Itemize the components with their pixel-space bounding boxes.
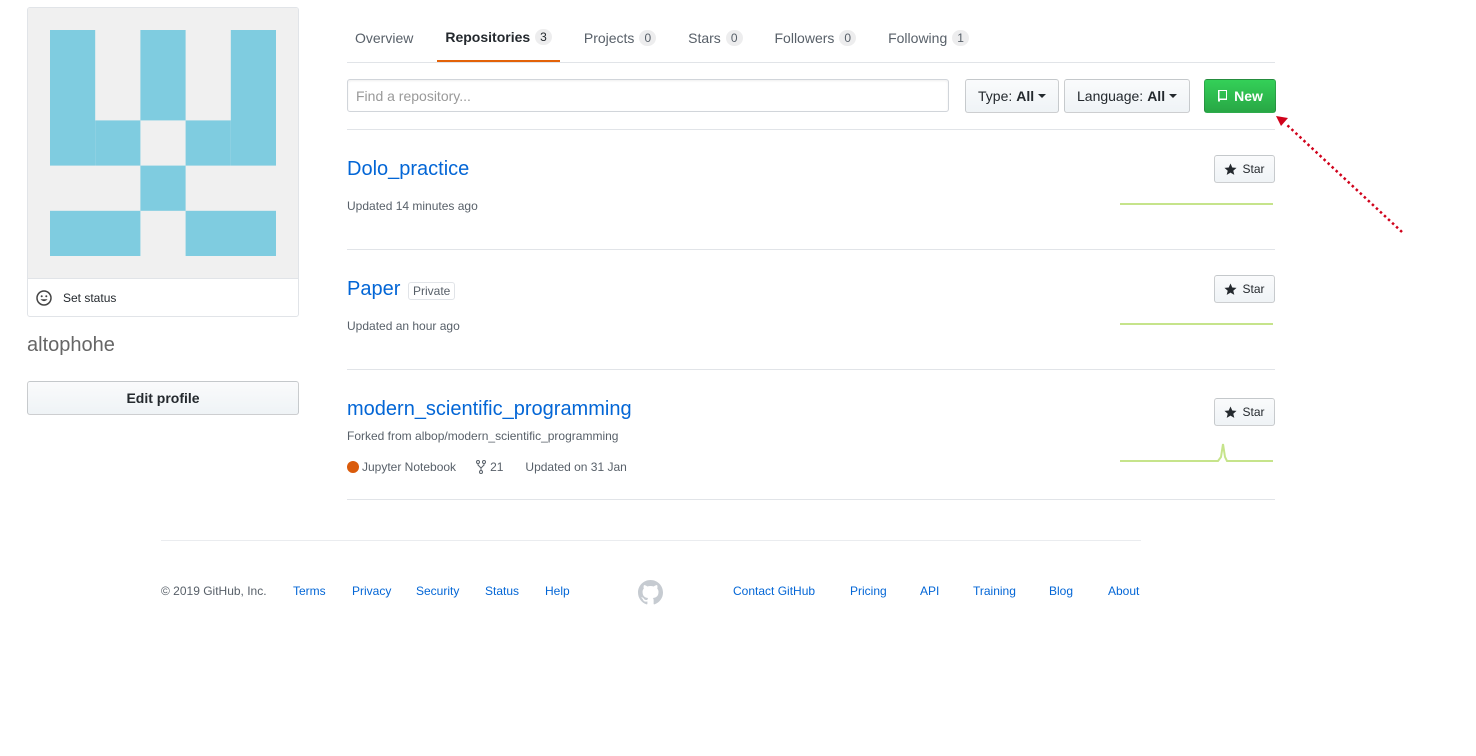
tab-label: Stars	[688, 30, 721, 46]
divider	[347, 249, 1275, 250]
footer-link-help[interactable]: Help	[545, 584, 570, 598]
smiley-icon	[36, 289, 52, 306]
activity-sparkline	[1120, 203, 1273, 205]
star-label: Star	[1242, 162, 1265, 176]
footer-link-about[interactable]: About	[1108, 584, 1139, 598]
repo-link-paper[interactable]: Paper	[347, 278, 400, 301]
star-button[interactable]: Star	[1214, 155, 1275, 183]
footer-link-contact[interactable]: Contact GitHub	[733, 584, 815, 598]
tab-label: Overview	[355, 30, 414, 46]
avatar-card: Set status	[27, 7, 299, 317]
language-filter-label: Language:	[1077, 88, 1144, 104]
repo-updated: Updated an hour ago	[347, 319, 460, 333]
type-filter-value: All	[1016, 88, 1035, 104]
new-repository-button[interactable]: New	[1204, 79, 1276, 113]
footer-link-security[interactable]: Security	[416, 584, 459, 598]
annotation-arrow	[1276, 116, 1403, 233]
footer-link-terms[interactable]: Terms	[293, 584, 326, 598]
repo-link-modern-scientific-programming[interactable]: modern_scientific_programming	[347, 398, 632, 421]
tab-label: Following	[888, 30, 948, 46]
fork-count-link[interactable]: 21	[476, 460, 503, 474]
github-mark-icon[interactable]	[638, 580, 663, 605]
find-repository-input[interactable]	[347, 79, 949, 112]
footer-link-pricing[interactable]: Pricing	[850, 584, 887, 598]
set-status-button[interactable]: Set status	[28, 278, 298, 316]
divider	[347, 499, 1275, 500]
activity-sparkline	[1120, 323, 1273, 325]
tab-repositories[interactable]: Repositories 3	[437, 14, 560, 62]
fork-icon	[476, 460, 487, 474]
repo-icon	[1218, 90, 1228, 102]
repo-meta-row: Jupyter Notebook 21 Updated on 31 Jan	[347, 460, 627, 474]
edit-profile-button[interactable]: Edit profile	[27, 381, 299, 415]
repo-updated: Updated 14 minutes ago	[347, 199, 478, 213]
footer-link-api[interactable]: API	[920, 584, 939, 598]
tab-counter: 0	[839, 30, 857, 46]
tab-overview[interactable]: Overview	[347, 14, 421, 62]
profile-tabs: Overview Repositories 3 Projects 0 Stars…	[347, 14, 1275, 63]
tab-counter: 3	[535, 29, 552, 45]
star-icon	[1224, 405, 1238, 418]
tab-label: Projects	[583, 30, 635, 46]
footer-copyright: © 2019 GitHub, Inc.	[161, 584, 267, 598]
private-badge: Private	[408, 282, 456, 300]
star-icon	[1224, 282, 1238, 295]
caret-down-icon	[1038, 94, 1047, 98]
tab-counter: 1	[952, 30, 969, 46]
tab-label: Repositories	[445, 29, 531, 45]
tab-followers[interactable]: Followers 0	[767, 14, 865, 62]
star-icon	[1224, 162, 1238, 175]
set-status-label: Set status	[63, 290, 117, 305]
language-filter-button[interactable]: Language: All	[1064, 79, 1191, 113]
star-button[interactable]: Star	[1214, 275, 1275, 303]
star-button[interactable]: Star	[1214, 398, 1275, 426]
fork-count: 21	[490, 460, 504, 474]
divider	[347, 129, 1275, 130]
tab-stars[interactable]: Stars 0	[680, 14, 750, 62]
forked-from: Forked from albop/modern_scientific_prog…	[347, 429, 619, 443]
caret-down-icon	[1169, 94, 1178, 98]
footer-link-training[interactable]: Training	[973, 584, 1016, 598]
repo-link-dolo-practice[interactable]: Dolo_practice	[347, 158, 469, 181]
tab-counter: 0	[639, 30, 657, 46]
star-label: Star	[1242, 282, 1265, 296]
footer-divider	[161, 540, 1141, 541]
type-filter-label: Type:	[978, 88, 1013, 104]
activity-sparkline	[1120, 443, 1273, 462]
star-label: Star	[1242, 405, 1265, 419]
repo-updated: Updated on 31 Jan	[525, 460, 627, 474]
divider	[347, 369, 1275, 370]
footer-link-privacy[interactable]: Privacy	[352, 584, 391, 598]
footer-link-status[interactable]: Status	[485, 584, 519, 598]
tab-label: Followers	[774, 30, 835, 46]
repo-language: Jupyter Notebook	[362, 460, 457, 474]
new-button-label: New	[1234, 88, 1263, 104]
avatar[interactable]	[28, 8, 298, 278]
tab-counter: 0	[725, 30, 743, 46]
identicon-image	[50, 30, 276, 256]
footer-link-blog[interactable]: Blog	[1049, 584, 1073, 598]
language-color-dot	[347, 461, 359, 473]
username: altophohe	[27, 334, 115, 356]
type-filter-button[interactable]: Type: All	[965, 79, 1060, 113]
tab-following[interactable]: Following 1	[880, 14, 977, 62]
language-filter-value: All	[1147, 88, 1166, 104]
tab-projects[interactable]: Projects 0	[576, 14, 664, 62]
